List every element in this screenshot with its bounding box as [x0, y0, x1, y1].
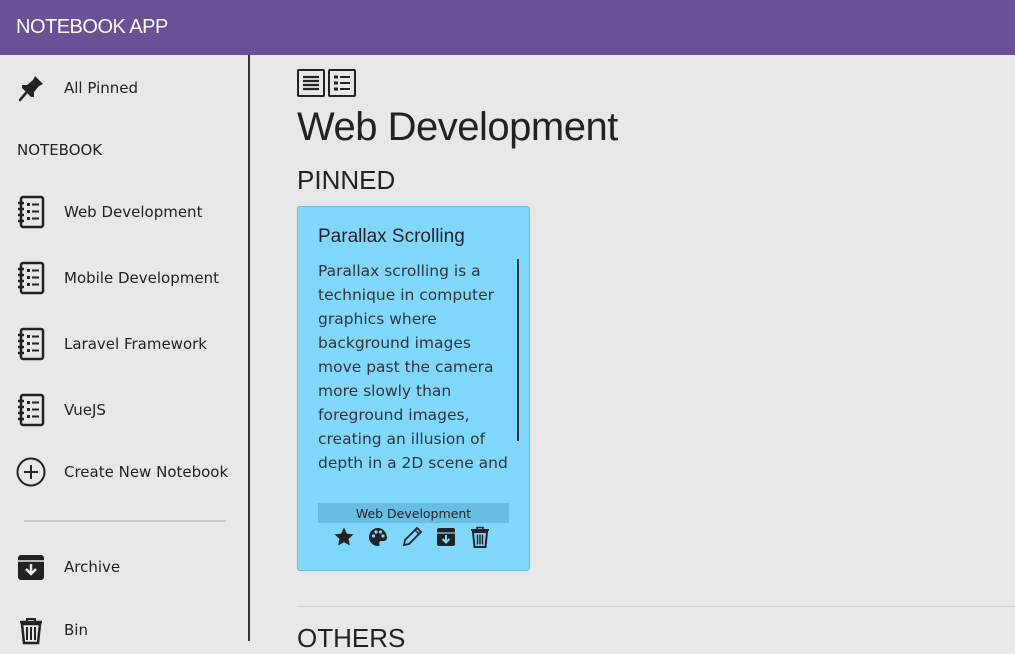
app-title: NOTEBOOK APP — [16, 16, 168, 38]
note-card[interactable]: Parallax Scrolling Parallax scrolling is… — [297, 206, 530, 571]
others-heading: OTHERS — [297, 623, 406, 653]
sidebar-item-label: All Pinned — [64, 79, 139, 97]
list-view-icon[interactable] — [328, 69, 356, 97]
trash-icon — [14, 613, 48, 647]
sidebar-item-label: Laravel Framework — [64, 335, 207, 353]
main-content: Web Development PINNED Parallax Scrollin… — [252, 55, 1015, 653]
pinned-heading: PINNED — [297, 165, 396, 195]
sidebar: All Pinned NOTEBOOK Web Development Mobi… — [0, 55, 250, 645]
note-title: Parallax Scrolling — [318, 226, 465, 247]
sidebar-item-label: VueJS — [64, 401, 106, 419]
note-actions — [332, 525, 492, 549]
create-notebook-button[interactable]: Create New Notebook — [14, 452, 239, 492]
star-icon[interactable] — [332, 525, 356, 549]
sidebar-item-archive[interactable]: Archive — [14, 547, 239, 587]
page-title: Web Development — [297, 105, 618, 149]
trash-icon[interactable] — [468, 525, 492, 549]
sidebar-item-mobile-development[interactable]: Mobile Development — [14, 258, 239, 298]
sidebar-item-label: Create New Notebook — [64, 463, 229, 481]
pencil-icon[interactable] — [400, 525, 424, 549]
sidebar-item-web-development[interactable]: Web Development — [14, 192, 239, 232]
pushpin-icon — [14, 71, 48, 105]
notebook-icon — [14, 327, 48, 361]
palette-icon[interactable] — [366, 525, 390, 549]
sidebar-item-vuejs[interactable]: VueJS — [14, 390, 239, 430]
sidebar-divider — [24, 520, 226, 522]
note-scrollbar[interactable] — [517, 259, 519, 441]
sidebar-item-all-pinned[interactable]: All Pinned — [14, 68, 239, 108]
sidebar-item-label: Bin — [64, 621, 88, 639]
archive-icon[interactable] — [434, 525, 458, 549]
grid-view-icon[interactable] — [297, 69, 325, 97]
archive-icon — [14, 550, 48, 584]
note-body: Parallax scrolling is a technique in com… — [318, 262, 508, 472]
notebook-section-label: NOTEBOOK — [17, 141, 103, 159]
plus-circle-icon — [14, 455, 48, 489]
view-toggle — [297, 69, 356, 97]
sidebar-item-label: Archive — [64, 558, 121, 576]
notebook-icon — [14, 195, 48, 229]
sidebar-item-bin[interactable]: Bin — [14, 610, 239, 650]
section-divider — [297, 606, 1015, 607]
top-bar: NOTEBOOK APP — [0, 0, 1015, 55]
sidebar-item-label: Mobile Development — [64, 269, 219, 287]
sidebar-item-label: Web Development — [64, 203, 203, 221]
note-notebook-tag[interactable]: Web Development — [318, 503, 509, 523]
sidebar-item-laravel-framework[interactable]: Laravel Framework — [14, 324, 239, 364]
notebook-icon — [14, 261, 48, 295]
notebook-icon — [14, 393, 48, 427]
